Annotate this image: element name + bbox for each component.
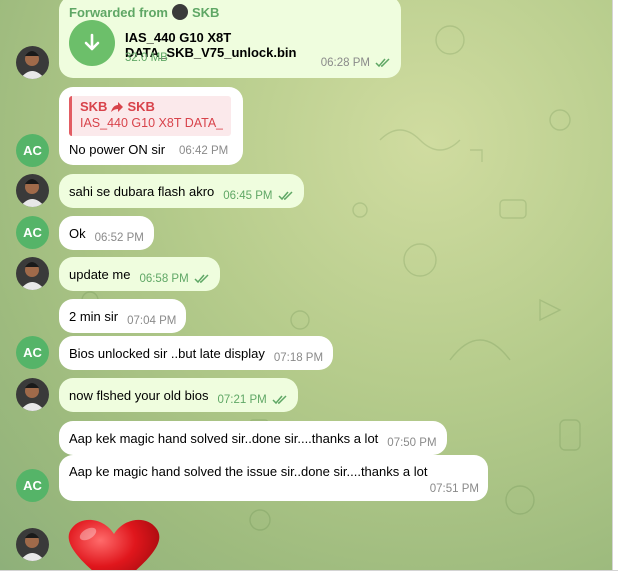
quote-text: IAS_440 G10 X8T DATA_...	[80, 116, 223, 130]
contact-avatar[interactable]: AC	[16, 469, 49, 502]
forward-arrow-icon	[111, 101, 124, 112]
window-border	[0, 570, 618, 584]
download-button[interactable]	[69, 20, 115, 66]
message-time: 07:21 PM	[217, 394, 267, 406]
double-check-icon	[375, 58, 390, 68]
message-time: 06:28 PM	[320, 57, 370, 69]
profile-photo-icon	[20, 533, 45, 561]
message-bubble[interactable]: update me 06:58 PM	[59, 257, 220, 291]
message-time: 06:42 PM	[179, 145, 229, 157]
window-border	[612, 0, 618, 584]
message-bubble[interactable]: Aap ke magic hand solved the issue sir..…	[59, 455, 488, 501]
contact-avatar[interactable]: AC	[16, 216, 49, 249]
message-text: Bios unlocked sir ..but late display	[69, 345, 265, 361]
heart-icon[interactable]	[64, 518, 164, 570]
profile-photo-icon	[20, 51, 45, 79]
message-bubble[interactable]: sahi se dubara flash akro 06:45 PM	[59, 174, 304, 208]
message-bubble[interactable]: 2 min sir 07:04 PM	[59, 299, 187, 333]
message-meta: 06:45 PM	[223, 190, 293, 202]
forwarded-header: Forwarded from SKB	[69, 4, 219, 20]
message-bubble[interactable]: Aap kek magic hand solved sir..done sir.…	[59, 421, 447, 455]
message-time: 06:58 PM	[139, 273, 189, 285]
contact-avatar[interactable]: AC	[16, 134, 49, 167]
message-meta: 06:28 PM	[321, 57, 391, 69]
my-avatar[interactable]	[16, 257, 49, 290]
file-size: 32.0 MB	[125, 52, 168, 64]
my-avatar[interactable]	[16, 46, 49, 79]
message-text: 2 min sir	[69, 308, 119, 324]
message-text: Ok	[69, 225, 86, 241]
message-time: 07:18 PM	[273, 352, 324, 364]
message-time: 06:45 PM	[223, 190, 273, 202]
message-bubble[interactable]: Bios unlocked sir ..but late display 07:…	[59, 336, 334, 370]
message-time: 07:50 PM	[387, 437, 437, 449]
message-text: Aap kek magic hand solved sir..done sir.…	[69, 430, 379, 446]
my-avatar[interactable]	[16, 378, 49, 411]
quote-author: SKB SKB	[80, 99, 155, 114]
message-time: 06:52 PM	[94, 232, 144, 244]
double-check-icon	[272, 395, 287, 405]
reply-quote[interactable]: SKB SKB IAS_440 G10 X8T DATA_...	[69, 96, 231, 136]
message-text: sahi se dubara flash akro	[69, 183, 215, 199]
double-check-icon	[194, 274, 209, 284]
message-bubble[interactable]: Ok 06:52 PM	[59, 216, 154, 250]
message-bubble[interactable]: now flshed your old bios 07:21 PM	[59, 378, 298, 412]
chat-background: Forwarded from SKB IAS_440 G10 X8T DATA_…	[0, 0, 612, 570]
message-meta: 07:21 PM	[217, 394, 287, 406]
message-text: Aap ke magic hand solved the issue sir..…	[69, 464, 428, 479]
forwarded-file-message[interactable]: Forwarded from SKB IAS_440 G10 X8T DATA_…	[59, 0, 401, 78]
profile-photo-icon	[20, 179, 45, 207]
contact-avatar[interactable]: AC	[16, 336, 49, 369]
reply-message[interactable]: SKB SKB IAS_440 G10 X8T DATA_... No powe…	[59, 87, 243, 165]
message-time: 07:51 PM	[429, 483, 479, 495]
my-avatar[interactable]	[16, 528, 49, 561]
forwarded-avatar	[171, 4, 188, 20]
profile-photo-icon	[20, 262, 45, 290]
download-icon	[84, 33, 100, 51]
message-time: 07:04 PM	[127, 315, 177, 327]
message-meta: 06:58 PM	[139, 273, 209, 285]
double-check-icon	[277, 191, 293, 201]
forwarded-from[interactable]: SKB	[192, 5, 219, 20]
my-avatar[interactable]	[16, 174, 49, 207]
message-text: update me	[69, 266, 131, 282]
forwarded-label: Forwarded from	[69, 4, 168, 20]
message-text: No power ON sir	[69, 142, 166, 157]
message-text: now flshed your old bios	[69, 387, 209, 403]
profile-photo-icon	[20, 383, 45, 411]
